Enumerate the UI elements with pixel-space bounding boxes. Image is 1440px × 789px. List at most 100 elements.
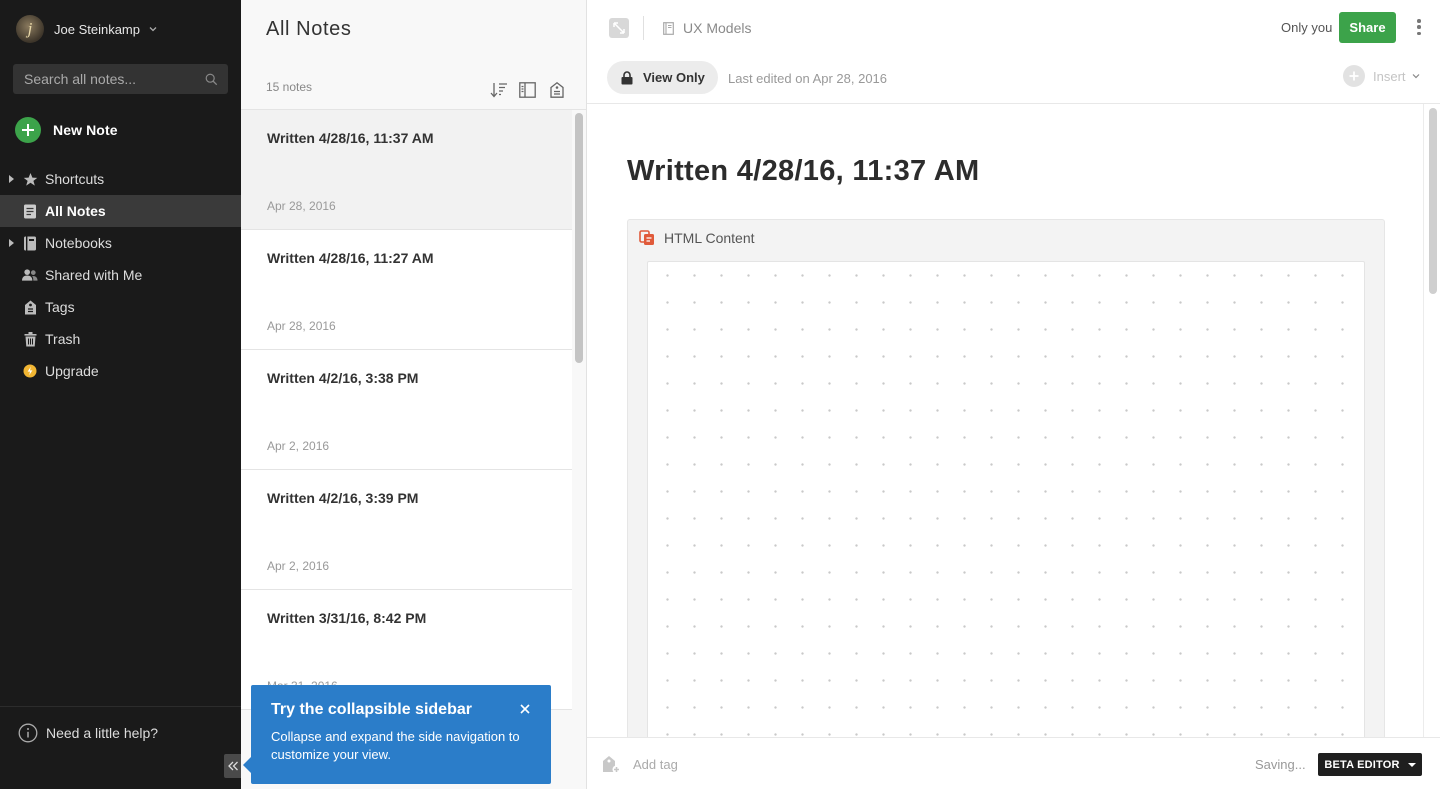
view-only-label: View Only [643,70,705,85]
beta-editor-button[interactable]: BETA EDITOR [1318,753,1422,776]
html-content-canvas[interactable] [647,261,1365,761]
people-icon [22,267,38,283]
saving-status: Saving... [1255,757,1306,772]
note-title: Written 4/28/16, 11:37 AM [267,130,434,146]
note-date: Apr 2, 2016 [267,559,330,573]
note-list-panel: All Notes 15 notes Written 4/28/16, 11:3… [241,0,587,789]
note-editor: UX Models Only you Share View Only Last … [587,0,1440,789]
note-card[interactable]: Written 4/2/16, 3:38 PM Apr 2, 2016 [241,350,572,470]
user-name: Joe Steinkamp [54,21,140,37]
more-options-icon[interactable] [1414,17,1424,37]
page-title: All Notes [266,18,352,40]
trash-icon [22,331,38,347]
popover-body: Collapse and expand the side navigation … [271,729,520,762]
upgrade-icon [22,363,38,379]
new-note-button[interactable]: New Note [15,117,118,143]
sort-button[interactable] [489,80,508,99]
tag-icon [549,81,564,98]
avatar: j [16,15,44,43]
html-file-icon [639,230,654,245]
view-options-button[interactable] [518,80,537,99]
add-tag-icon [603,756,621,774]
sidebar-item-label: Shortcuts [45,171,105,187]
double-chevron-left-icon [227,761,238,771]
note-date: Apr 28, 2016 [267,199,336,213]
sidebar-item-shared-with-me[interactable]: Shared with Me [0,259,241,291]
notebook-icon [663,21,674,35]
account-menu[interactable]: j Joe Steinkamp [16,14,158,44]
add-tag-placeholder: Add tag [633,757,678,772]
note-date: Apr 28, 2016 [267,319,336,333]
chevron-down-icon [149,27,157,32]
expand-arrow-icon[interactable] [9,175,14,183]
list-toolbar [489,80,566,99]
html-content-block: HTML Content [627,219,1385,761]
notebook-name: UX Models [683,20,752,36]
scroll-track [1423,104,1424,737]
sidebar-item-shortcuts[interactable]: Shortcuts [0,163,241,195]
note-card[interactable]: Written 4/28/16, 11:27 AM Apr 28, 2016 [241,230,572,350]
lock-icon [621,70,633,84]
sidebar-item-upgrade[interactable]: Upgrade [0,355,241,387]
note-card[interactable]: Written 4/2/16, 3:39 PM Apr 2, 2016 [241,470,572,590]
sidebar-item-label: Notebooks [45,235,112,251]
view-only-button[interactable]: View Only [607,61,718,94]
beta-editor-label: BETA EDITOR [1324,758,1400,771]
expand-editor-button[interactable] [609,18,629,38]
tag-filter-button[interactable] [547,80,566,99]
last-edited-text: Last edited on Apr 28, 2016 [728,71,888,86]
note-title: Written 3/31/16, 8:42 PM [267,610,427,626]
sidebar-item-trash[interactable]: Trash [0,323,241,355]
search-icon [205,73,218,85]
chevron-down-icon [1412,74,1419,79]
insert-label: Insert [1373,68,1406,84]
sidebar-item-notebooks[interactable]: Notebooks [0,227,241,259]
sort-icon [490,82,507,97]
popover-title: Try the collapsible sidebar [271,701,472,718]
sidebar-item-tags[interactable]: Tags [0,291,241,323]
note-list-scrollbar[interactable] [575,113,583,363]
note-title-heading[interactable]: Written 4/28/16, 11:37 AM [627,155,979,188]
expand-arrow-icon[interactable] [9,239,14,247]
sidebar-item-label: Tags [45,299,75,315]
notebook-icon [22,235,38,251]
sidebar-item-label: All Notes [45,203,106,219]
collapse-sidebar-button[interactable] [224,754,241,778]
note-card[interactable]: Written 4/28/16, 11:37 AM Apr 28, 2016 [241,110,572,230]
help-link[interactable]: Need a little help? [18,723,158,743]
sidebar-nav: Shortcuts All Notes Notebooks Shared wit… [0,163,241,387]
sidebar-item-label: Trash [45,331,81,347]
sidebar-item-label: Shared with Me [45,267,143,283]
caret-down-icon [1407,762,1416,767]
sidebar-item-label: Upgrade [45,363,99,379]
help-label: Need a little help? [46,725,159,741]
sidebar: j Joe Steinkamp New Note Shortcuts All N… [0,0,241,789]
divider [643,16,644,40]
sidebar-item-all-notes[interactable]: All Notes [0,195,241,227]
note-date: Apr 2, 2016 [267,439,330,453]
insert-menu[interactable]: Insert [1343,65,1420,87]
info-icon [18,723,38,743]
html-block-header: HTML Content [639,230,755,246]
search-input[interactable] [24,71,205,87]
editor-scrollbar[interactable] [1429,108,1437,294]
sharing-status: Only you [1281,20,1333,35]
search-box[interactable] [13,64,228,94]
new-note-label: New Note [53,122,118,138]
close-icon[interactable] [518,702,532,716]
sidebar-tip-popover: Try the collapsible sidebar Collapse and… [243,685,551,784]
tag-icon [22,299,38,315]
notes-icon [22,203,38,219]
expand-icon [613,22,625,34]
note-count: 15 notes [266,80,313,94]
divider [0,706,241,707]
note-title: Written 4/2/16, 3:38 PM [267,370,419,386]
plus-icon [1343,65,1365,87]
note-title: Written 4/28/16, 11:27 AM [267,250,434,266]
note-list: Written 4/28/16, 11:37 AM Apr 28, 2016 W… [241,110,572,710]
notebook-selector[interactable]: UX Models [663,20,751,36]
share-button[interactable]: Share [1339,12,1396,43]
html-block-label: HTML Content [664,230,755,246]
add-tag-field[interactable]: Add tag [602,755,678,774]
plus-icon [15,117,41,143]
